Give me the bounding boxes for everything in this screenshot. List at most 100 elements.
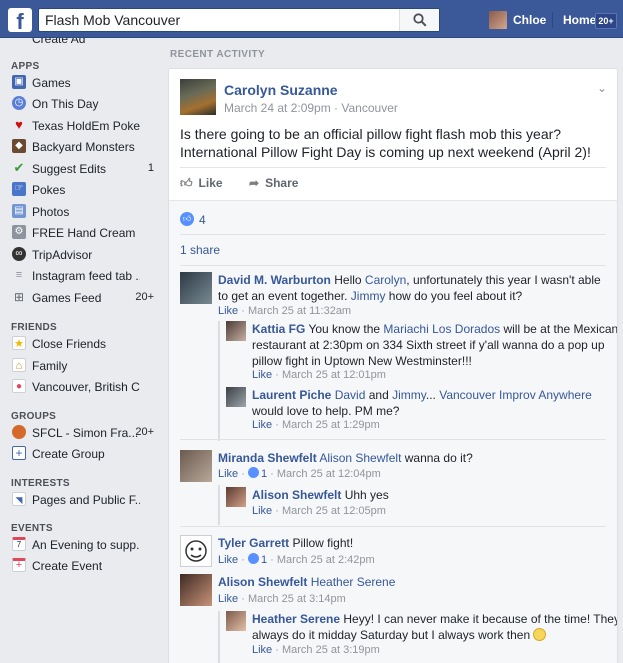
sidebar-item-pages-public[interactable]: ◥ Pages and Public F... [12,490,160,510]
sidebar-item-create-event[interactable]: + Create Event [12,556,160,576]
comment-text: You know the [308,322,384,336]
comment-timestamp[interactable]: · March 25 at 12:05pm [272,505,386,517]
commenter-name[interactable]: Laurent Piche [252,388,331,402]
sidebar-item-label: Backyard Monsters [32,140,135,154]
comment-timestamp[interactable]: · March 25 at 11:32am [238,305,351,317]
sidebar-item-games[interactable]: ▣ Games [12,73,160,93]
home-link[interactable]: Home [563,13,596,27]
sidebar-item-label: Photos [32,205,70,219]
post-card: Carolyn Suzanne March 24 at 2:09pm · Van… [168,68,618,663]
comment-body: Laurent Piche David and Jimmy... Vancouv… [252,387,617,419]
sidebar-item-suggest-edits[interactable]: ✔ Suggest Edits 1 [12,159,160,179]
comment-timestamp[interactable]: · March 25 at 3:19pm [272,644,380,656]
like-reaction-icon: 👍︎ [180,212,194,226]
like-button[interactable]: 👍︎ Like [180,176,223,191]
avatar[interactable] [180,574,212,606]
owl-icon: ∞ [12,247,26,261]
comment-like-button[interactable]: Like [252,644,272,656]
like-reaction-icon [247,553,259,564]
comment-meta: Like · 1 · March 25 at 2:42pm [218,553,375,566]
sidebar-item-label: Vancouver, British C... [32,380,140,394]
sidebar-item-free-hand-cream[interactable]: ⚙ FREE Hand Cream [12,223,160,243]
comment-timestamp[interactable]: · March 25 at 1:29pm [272,419,380,431]
avatar[interactable] [226,611,246,631]
reply-thread-line [218,321,220,441]
mention-link[interactable]: Jimmy [392,388,426,402]
commenter-name[interactable]: Tyler Garrett [218,536,289,550]
sidebar-item-backyard-monsters[interactable]: ◆ Backyard Monsters [12,137,160,157]
mention-link[interactable]: Heather Serene [311,575,396,589]
avatar[interactable] [180,535,212,567]
pencil-check-icon: ✔ [13,161,25,175]
sidebar-item-label: TripAdvisor [32,248,93,262]
mention-link[interactable]: Vancouver Improv Anywhere [439,388,592,402]
sidebar-item-sfcl[interactable]: SFCL - Simon Fra... 20+ [12,423,160,443]
house-icon: ⌂ [12,358,26,372]
sidebar-item-vancouver[interactable]: ● Vancouver, British C... [12,377,160,397]
sidebar-item-create-group[interactable]: + Create Group [12,444,160,464]
commenter-name[interactable]: Kattia FG [252,322,305,336]
notification-badge: 20+ [595,13,617,29]
avatar[interactable] [226,387,246,407]
comment-text: Uhh yes [344,488,389,502]
commenter-name[interactable]: Alison Shewfelt [252,488,341,502]
sidebar-item-pokes[interactable]: ☞ Pokes [12,180,160,200]
search-box[interactable] [38,8,440,32]
avatar[interactable] [226,321,246,341]
commenter-name[interactable]: David M. Warburton [218,273,331,287]
comment-like-button[interactable]: Like [218,593,238,605]
like-reaction-icon [247,467,259,478]
comment-meta: Like · March 25 at 3:19pm [252,644,380,656]
divider [180,234,606,235]
mention-link[interactable]: Mariachi Los Dorados [383,322,500,336]
comment-like-button[interactable]: Like [252,419,272,431]
comment-like-button[interactable]: Like [252,505,272,517]
comment-timestamp[interactable]: · March 25 at 2:42pm [267,554,375,566]
facebook-logo-icon[interactable]: f [8,8,32,32]
commenter-name[interactable]: Miranda Shewfelt [218,451,317,465]
sidebar-item-label: Pokes [32,183,66,197]
chevron-down-icon[interactable]: ⌄ [597,81,607,95]
commenter-name[interactable]: Heather Serene [252,612,340,626]
sidebar-item-photos[interactable]: ▤ Photos [12,202,160,222]
comment-like-button[interactable]: Like [218,305,238,317]
search-icon [413,13,427,27]
comment-like-button[interactable]: Like [218,468,238,480]
commenter-name[interactable]: Alison Shewfelt [218,575,307,589]
post-author[interactable]: Carolyn Suzanne [224,82,338,98]
comment-timestamp[interactable]: · March 25 at 3:14pm [238,593,346,605]
smile-emoji-icon [533,628,547,641]
comment-like-button[interactable]: Like [252,369,272,381]
sidebar-item-label: Suggest Edits [32,162,107,176]
section-title-interests: INTERESTS [11,478,70,489]
mention-link[interactable]: Alison Shewfelt [319,451,401,465]
mention-link[interactable]: David [335,388,366,402]
sidebar-item-close-friends[interactable]: ★ Close Friends [12,334,160,354]
sidebar-item-label: Instagram feed tab ... [32,269,140,283]
comment-timestamp[interactable]: · March 25 at 12:01pm [272,369,386,381]
sidebar-item-family[interactable]: ⌂ Family [12,356,160,376]
app-gear-icon: ⚙ [12,225,26,239]
feed-icon: ≡ [15,269,23,281]
avatar[interactable] [226,487,246,507]
sidebar-item-create-ad[interactable]: Create Ad [32,38,85,46]
avatar[interactable] [180,450,212,482]
share-button[interactable]: ➦ Share [249,176,298,190]
sidebar-item-on-this-day[interactable]: ◷ On This Day [12,94,160,114]
comment-timestamp[interactable]: · March 25 at 12:04pm [267,468,381,480]
search-input[interactable] [39,9,399,31]
mention-link[interactable]: Jimmy [351,289,386,303]
avatar[interactable] [180,79,216,115]
sidebar-item-instagram-feed[interactable]: ≡ Instagram feed tab ... [12,266,160,286]
post-meta[interactable]: March 24 at 2:09pm · Vancouver [224,101,398,115]
sidebar-item-event-evening[interactable]: 7 An Evening to supp... [12,535,160,555]
sidebar-item-count: 1 [147,162,154,174]
shares-link[interactable]: 1 share [180,243,220,257]
sidebar-item-tripadvisor[interactable]: ∞ TripAdvisor [12,245,160,265]
mention-link[interactable]: Carolyn [365,273,406,287]
sidebar-item-texas-holdem[interactable]: ♥ Texas HoldEm Poker [12,116,160,136]
search-button[interactable] [399,9,439,31]
avatar[interactable] [180,272,212,304]
sidebar-item-games-feed[interactable]: ⊞ Games Feed 20+ [12,288,160,308]
comment-like-button[interactable]: Like [218,554,238,566]
